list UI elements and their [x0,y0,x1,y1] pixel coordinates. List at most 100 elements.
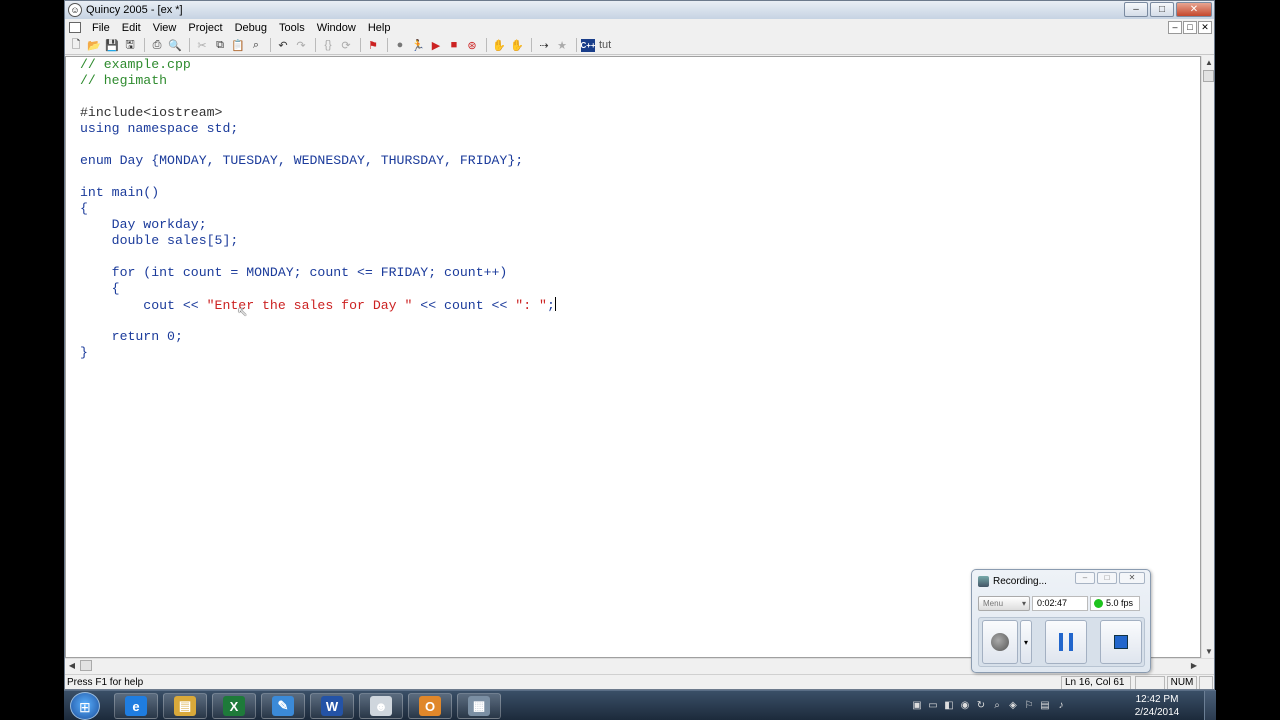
bracket-match-icon[interactable]: {} [320,38,336,53]
taskbar-outlook[interactable]: O [408,693,452,719]
record-button[interactable] [982,620,1018,664]
code-line[interactable] [80,169,556,185]
watch-icon[interactable]: ★ [554,38,570,53]
cpp-help-icon[interactable]: C++ [580,38,596,52]
code-line[interactable]: { [80,281,556,297]
recorder-restore-button[interactable]: □ [1097,572,1117,584]
code-line[interactable]: // example.cpp [80,57,556,73]
code-line[interactable]: double sales[5]; [80,233,556,249]
tray-volume-icon[interactable]: ♪ [1054,699,1068,713]
code-line[interactable] [80,137,556,153]
open-folder-icon[interactable]: 📂 [86,38,102,53]
compile-icon[interactable]: ● [392,38,408,53]
code-line[interactable]: #include<iostream> [80,105,556,121]
menu-edit[interactable]: Edit [116,22,147,34]
clock[interactable]: 12:42 PM 2/24/2014 [1124,693,1190,719]
build-icon[interactable]: ⚑ [365,38,381,53]
taskbar-word[interactable]: W [310,693,354,719]
code-editor[interactable]: // example.cpp// hegimath #include<iostre… [65,56,1201,658]
step-out-icon[interactable]: ⇢ [536,38,552,53]
code-line[interactable]: cout << "Enter the sales for Day " << co… [80,297,556,313]
print-preview-icon[interactable]: 🔍 [167,38,183,53]
taskbar-quincy[interactable]: ☻ [359,693,403,719]
step-over-icon[interactable]: ✋ [491,38,507,53]
code-line[interactable]: using namespace std; [80,121,556,137]
redo-icon[interactable]: ↷ [293,38,309,53]
menu-help[interactable]: Help [362,22,397,34]
pause-button[interactable] [1045,620,1087,664]
undo-icon[interactable]: ↶ [275,38,291,53]
document-restore-button[interactable]: □ [1183,21,1197,34]
maximize-button[interactable]: □ [1150,2,1174,17]
document-close-button[interactable]: ✕ [1198,21,1212,34]
print-icon[interactable]: ⎙ [149,38,165,53]
tray-folder-icon[interactable]: ▭ [926,699,940,713]
document-system-menu-icon[interactable] [69,22,81,33]
debug-run-icon[interactable]: ▶ [428,38,444,53]
copy-icon[interactable]: ⧉ [212,38,228,53]
cut-icon[interactable]: ✂ [194,38,210,53]
taskbar-file-explorer[interactable]: ▤ [163,693,207,719]
tray-search-icon[interactable]: ⌕ [990,699,1004,713]
tray-flag-icon[interactable]: ⚐ [1022,699,1036,713]
show-desktop-button[interactable] [1204,691,1216,720]
paste-icon[interactable]: 📋 [230,38,246,53]
taskbar-excel[interactable]: X [212,693,256,719]
tray-camera-icon[interactable]: ◉ [958,699,972,713]
taskbar-camtasia[interactable]: ▦ [457,693,501,719]
code-line[interactable]: return 0; [80,329,556,345]
menu-tools[interactable]: Tools [273,22,311,34]
code-line[interactable]: for (int count = MONDAY; count <= FRIDAY… [80,265,556,281]
save-icon[interactable]: 💾 [104,38,120,53]
record-options-button[interactable]: ▾ [1020,620,1032,664]
code-line[interactable]: enum Day {MONDAY, TUESDAY, WEDNESDAY, TH… [80,153,556,169]
code-line[interactable]: int main() [80,185,556,201]
minimize-button[interactable]: – [1124,2,1148,17]
vertical-scrollbar[interactable]: ▲ ▼ [1201,56,1214,658]
tray-update-icon[interactable]: ↻ [974,699,988,713]
tray-display-icon[interactable]: ▤ [1038,699,1052,713]
vertical-scroll-thumb[interactable] [1203,70,1214,82]
step-into-icon[interactable]: ✋ [509,38,525,53]
stop-icon[interactable]: ■ [446,38,462,53]
code-line[interactable] [80,313,556,329]
menu-file[interactable]: File [86,22,116,34]
horizontal-scroll-thumb[interactable] [80,660,92,671]
save-all-icon[interactable]: 🖫 [122,38,138,53]
menu-window[interactable]: Window [311,22,362,34]
code-line[interactable] [80,249,556,265]
code-line[interactable]: { [80,201,556,217]
taskbar-notepad[interactable]: ✎ [261,693,305,719]
code-line[interactable]: } [80,345,556,361]
quincy-app-icon[interactable]: ☺ [68,3,82,17]
code-text[interactable]: // example.cpp// hegimath #include<iostre… [80,57,556,361]
taskbar-internet-explorer[interactable]: e [114,693,158,719]
menu-project[interactable]: Project [182,22,228,34]
recorder-minimize-button[interactable]: – [1075,572,1095,584]
breakpoint-icon[interactable]: ⊛ [464,38,480,53]
document-minimize-button[interactable]: – [1168,21,1182,34]
find-icon[interactable]: ⌕ [248,38,264,53]
run-icon[interactable]: 🏃 [410,38,426,53]
recorder-menu-dropdown[interactable]: Menu [978,596,1030,611]
scroll-up-icon[interactable]: ▲ [1202,56,1214,69]
tray-network-icon[interactable]: ▣ [910,699,924,713]
menu-view[interactable]: View [147,22,183,34]
new-file-icon[interactable]: 🗋 [68,38,84,53]
code-line[interactable]: // hegimath [80,73,556,89]
recorder-close-button[interactable]: ✕ [1119,572,1145,584]
menu-debug[interactable]: Debug [229,22,273,34]
scroll-down-icon[interactable]: ▼ [1202,645,1214,658]
scroll-left-icon[interactable]: ◀ [65,659,79,672]
close-button[interactable]: ✕ [1176,2,1212,17]
start-button[interactable]: ⊞ [70,692,100,720]
tray-app-icon[interactable]: ◧ [942,699,956,713]
stop-button[interactable] [1100,620,1142,664]
code-line[interactable] [80,89,556,105]
tray-security-icon[interactable]: ◈ [1006,699,1020,713]
tutorial-button[interactable]: tut [599,39,611,51]
title-bar[interactable]: ☺ Quincy 2005 - [ex *] – □ ✕ [65,1,1214,19]
code-line[interactable]: Day workday; [80,217,556,233]
step-icon[interactable]: ⟳ [338,38,354,53]
scroll-right-icon[interactable]: ▶ [1187,659,1201,672]
